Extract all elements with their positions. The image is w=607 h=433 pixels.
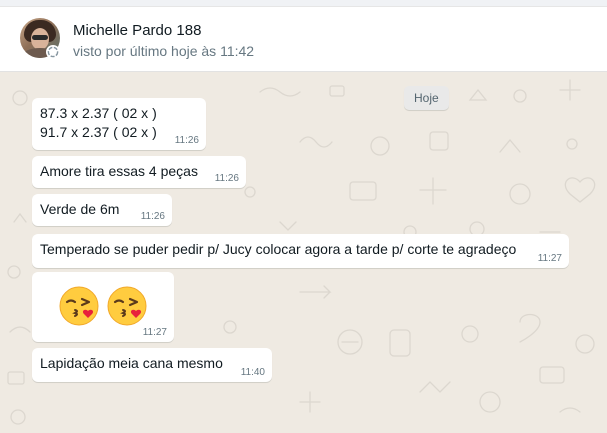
kissing-face-emoji — [106, 285, 148, 327]
chat-panel[interactable]: Hoje 87.3 x 2.37 ( 02 x ) 91.7 x 2.37 ( … — [0, 72, 607, 433]
kissing-face-emoji — [58, 285, 100, 327]
message-timestamp: 11:26 — [174, 135, 199, 146]
message-bubble[interactable]: Amore tira essas 4 peças 11:26 — [32, 156, 246, 188]
window-top-strip — [0, 0, 607, 7]
message-line: 87.3 x 2.37 ( 02 x ) — [40, 105, 157, 121]
message-text: Temperado se puder pedir p/ Jucy colocar… — [40, 241, 517, 257]
last-seen-status: visto por último hoje às 11:42 — [73, 43, 255, 59]
message-timestamp: 11:27 — [142, 327, 167, 338]
message-text: Lapidação meia cana mesmo — [40, 355, 223, 371]
message-text: Amore tira essas 4 peças — [40, 163, 198, 179]
message-bubble[interactable]: 87.3 x 2.37 ( 02 x ) 91.7 x 2.37 ( 02 x … — [32, 98, 206, 150]
message-bubble[interactable]: Temperado se puder pedir p/ Jucy colocar… — [32, 234, 569, 268]
message-bubble-emoji[interactable]: 11:27 — [32, 272, 174, 342]
message-timestamp: 11:26 — [214, 173, 239, 184]
message-timestamp: 11:27 — [537, 253, 562, 264]
avatar-glasses — [32, 35, 48, 40]
status-icon[interactable] — [46, 45, 60, 59]
message-timestamp: 11:26 — [140, 211, 165, 222]
message-bubble[interactable]: Verde de 6m 11:26 — [32, 194, 172, 226]
date-divider-chip: Hoje — [404, 86, 449, 110]
chat-header[interactable]: Michelle Pardo 188 visto por último hoje… — [0, 7, 607, 72]
contact-name[interactable]: Michelle Pardo 188 — [73, 22, 201, 39]
message-timestamp: 11:40 — [240, 367, 265, 378]
message-bubble[interactable]: Lapidação meia cana mesmo 11:40 — [32, 348, 272, 382]
emoji-row — [58, 285, 150, 327]
